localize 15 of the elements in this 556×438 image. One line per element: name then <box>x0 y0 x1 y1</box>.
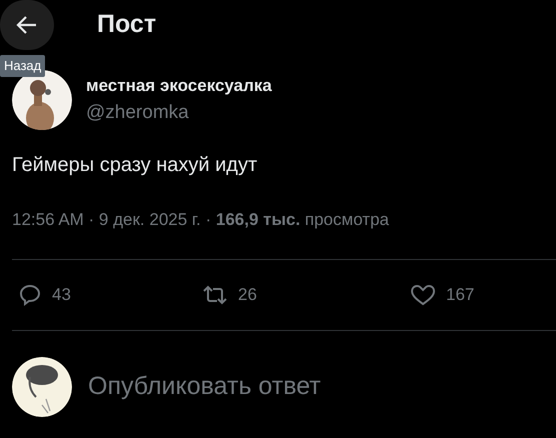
page-title: Пост <box>97 9 156 40</box>
post-meta: 12:56 AM · 9 дек. 2025 г. · 166,9 тыс. просмотра <box>11 209 390 231</box>
reply-count[interactable]: 43 <box>52 282 71 308</box>
post-text: Геймеры сразу нахуй идут <box>11 153 258 178</box>
repost-icon <box>202 283 228 307</box>
reply-input-field[interactable]: Опубликовать ответ <box>88 368 556 406</box>
back-button[interactable] <box>0 0 54 50</box>
back-tooltip: Назад <box>0 55 46 77</box>
author-handle[interactable]: @zheromka <box>86 100 272 126</box>
author-name[interactable]: местная экосексуалка <box>86 74 272 96</box>
speech-bubble-icon <box>18 283 42 307</box>
like-count[interactable]: 167 <box>446 282 474 308</box>
heart-icon <box>410 283 436 307</box>
repost-count[interactable]: 26 <box>238 282 257 308</box>
back-arrow-icon <box>16 15 38 35</box>
